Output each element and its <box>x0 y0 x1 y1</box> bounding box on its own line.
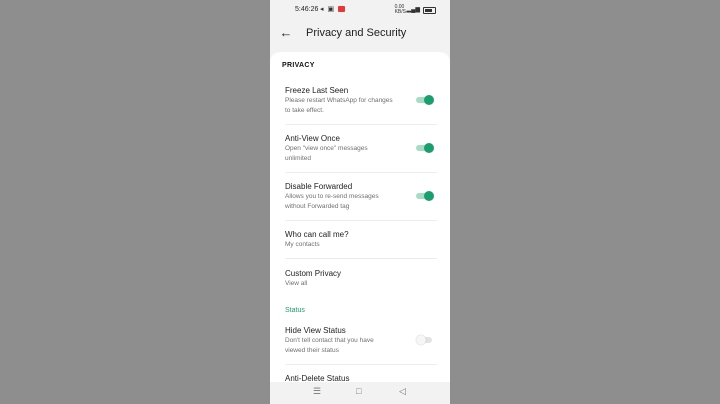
home-square-icon[interactable]: □ <box>356 386 361 396</box>
setting-title: Who can call me? <box>285 230 349 239</box>
divider <box>285 258 437 259</box>
setting-title: Freeze Last Seen <box>285 86 349 95</box>
menu-icon[interactable]: ☰ <box>313 386 321 397</box>
settings-card: PRIVACY Freeze Last Seen Please restart … <box>270 52 450 388</box>
page-title: Privacy and Security <box>306 27 407 39</box>
section-header-status: Status <box>285 307 305 314</box>
setting-subtitle: Open "view once" messages unlimited <box>285 145 368 162</box>
section-header-privacy: PRIVACY <box>282 62 315 69</box>
toggle-switch[interactable] <box>416 191 434 201</box>
telegram-icon: ◂ <box>320 6 325 13</box>
setting-subtitle: Allows you to re-send messages without F… <box>285 193 379 210</box>
status-bar: 5:46:26 ◂ ▣ ▂▄▆ 0.00 KB/S <box>270 0 450 22</box>
app-bar: ← Privacy and Security <box>270 22 450 46</box>
setting-hide-view-status[interactable]: Hide View Status Don't tell contact that… <box>270 326 450 354</box>
setting-title: Hide View Status <box>285 326 346 335</box>
back-triangle-icon[interactable]: ◁ <box>399 386 406 397</box>
battery-icon <box>423 7 436 14</box>
toggle-switch[interactable] <box>416 335 434 345</box>
record-icon <box>338 6 346 13</box>
screenshot-icon: ▣ <box>327 6 336 13</box>
network-speed: 0.00 KB/S <box>394 4 406 15</box>
clock: 5:46:26 <box>295 6 319 13</box>
toggle-switch[interactable] <box>416 143 434 153</box>
system-nav-bar: ☰ □ ◁ <box>270 382 450 404</box>
setting-disable-forwarded[interactable]: Disable Forwarded Allows you to re-send … <box>270 182 450 218</box>
toggle-switch[interactable] <box>416 95 434 105</box>
setting-custom-privacy[interactable]: Custom Privacy View all <box>270 269 450 291</box>
divider <box>285 124 437 125</box>
divider <box>285 364 437 365</box>
setting-subtitle: Don't tell contact that you have viewed … <box>285 337 374 354</box>
setting-title: Anti-View Once <box>285 134 340 143</box>
phone-screen: 5:46:26 ◂ ▣ ▂▄▆ 0.00 KB/S ← Privacy and … <box>270 0 450 404</box>
divider <box>285 220 437 221</box>
arrow-left-icon[interactable]: ← <box>278 25 294 41</box>
notification-icons: ◂ ▣ <box>320 5 346 13</box>
setting-title: Disable Forwarded <box>285 182 353 191</box>
setting-title: Custom Privacy <box>285 269 342 278</box>
setting-subtitle: Please restart WhatsApp for changes to t… <box>285 97 393 114</box>
setting-anti-view-once[interactable]: Anti-View Once Open "view once" messages… <box>270 134 450 170</box>
divider <box>285 172 437 173</box>
setting-who-can-call[interactable]: Who can call me? My contacts <box>270 230 450 252</box>
setting-freeze-last-seen[interactable]: Freeze Last Seen Please restart WhatsApp… <box>270 86 450 122</box>
setting-subtitle: View all <box>285 280 308 287</box>
setting-subtitle: My contacts <box>285 241 320 248</box>
signal-icon: ▂▄▆ <box>406 7 420 13</box>
